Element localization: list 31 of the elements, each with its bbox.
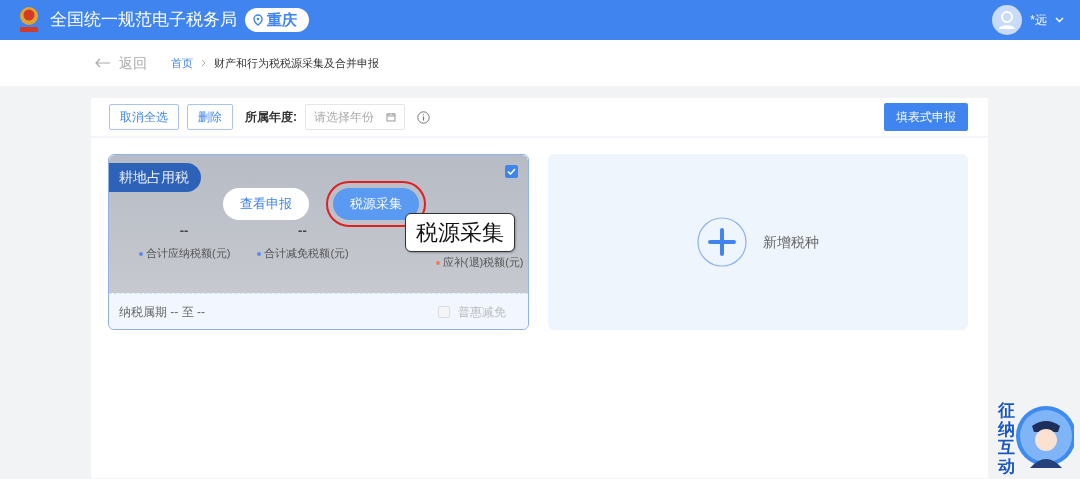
breadcrumb-link[interactable]: 首页 [171,54,193,72]
site-title: 全国统一规范电子税务局 [50,9,237,32]
breadcrumb-current: 财产和行为税税源采集及合并申报 [214,55,379,71]
stat-label: 应补(退)税额(元) [435,254,524,271]
calendar-icon [386,112,396,122]
avatar-icon[interactable] [992,5,1023,35]
back-arrow-icon [95,58,111,68]
card-action-button[interactable]: 查看申报 [223,188,309,220]
stat-value: -- [178,222,190,240]
region-selector[interactable]: 重庆 [245,7,309,33]
chevron-right-icon [201,59,206,67]
stat-label: 合计减免税额(元) [257,244,349,261]
toolbar-button[interactable]: 取消全选 [109,104,179,130]
add-tax-card[interactable]: 新增税种 [547,154,968,330]
info-icon[interactable] [417,110,430,124]
assistant-widget[interactable]: 征纳互动 [998,398,1076,474]
chevron-down-icon[interactable] [1055,17,1064,23]
user-name[interactable]: *远 [1030,11,1047,29]
tax-period: 纳税属期 -- 至 -- [119,303,205,321]
location-pin-icon [253,14,263,26]
toolbar-button[interactable]: 删除 [187,104,233,130]
stat-value: -- [297,222,308,240]
year-label: 所属年度: [245,109,297,126]
back-link[interactable]: 返回 [95,52,147,74]
tax-type-tag: 耕地占用税 [109,163,201,192]
plus-icon [696,217,747,267]
stat-label: 合计应纳税额(元) [139,244,231,261]
fill-form-button[interactable]: 填表式申报 [884,103,968,131]
callout-label: 税源采集 [405,213,515,252]
checkbox[interactable] [504,165,518,178]
year-field[interactable]: 请选择年份 [305,104,405,130]
